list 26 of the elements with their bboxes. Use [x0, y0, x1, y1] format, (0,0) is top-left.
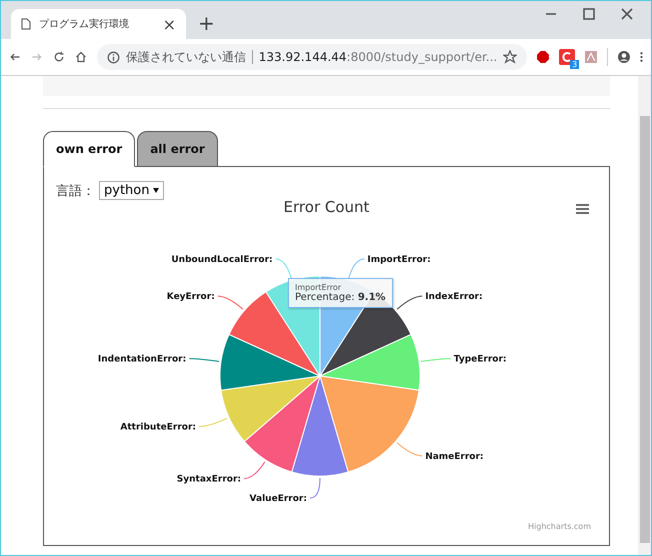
new-tab-button[interactable]: + [198, 11, 215, 35]
data-label: SyntaxError: [176, 474, 242, 485]
browser-tab[interactable]: プログラム実行環境 × [11, 9, 186, 39]
data-label: KeyError: [166, 292, 215, 302]
address-bar[interactable]: 保護されていない通信 133.92.144.44:8000/study_support/er... [96, 44, 528, 70]
language-label: 言語： [56, 182, 95, 200]
data-label: TypeError: [454, 354, 506, 365]
tab-title: プログラム実行環境 [39, 18, 130, 31]
data-label: AttributeError: [120, 422, 196, 433]
url-host: 133.92.144.44 [258, 50, 347, 64]
data-label: IndexError: [425, 292, 483, 302]
tab[interactable]: own error [43, 131, 136, 167]
data-label: ValueError: [250, 494, 307, 504]
data-label: NameError: [425, 452, 484, 462]
tooltip-title: ImportError [295, 283, 342, 292]
security-text: 保護されていない通信 [126, 48, 246, 66]
extension-badge: 3 [570, 60, 580, 69]
data-label: UnboundLocalError: [171, 254, 273, 265]
data-label: IndentationError: [98, 354, 186, 365]
close-tab-button[interactable]: × [162, 14, 176, 34]
tab[interactable]: all error [137, 131, 218, 167]
data-label: ImportError: [367, 254, 431, 265]
chart-title: Error Count [284, 198, 370, 216]
language-select[interactable]: python [99, 181, 164, 200]
url-path: :8000/study_support/er... [346, 50, 498, 64]
tooltip-value: Percentage: 9.1% [295, 292, 386, 303]
